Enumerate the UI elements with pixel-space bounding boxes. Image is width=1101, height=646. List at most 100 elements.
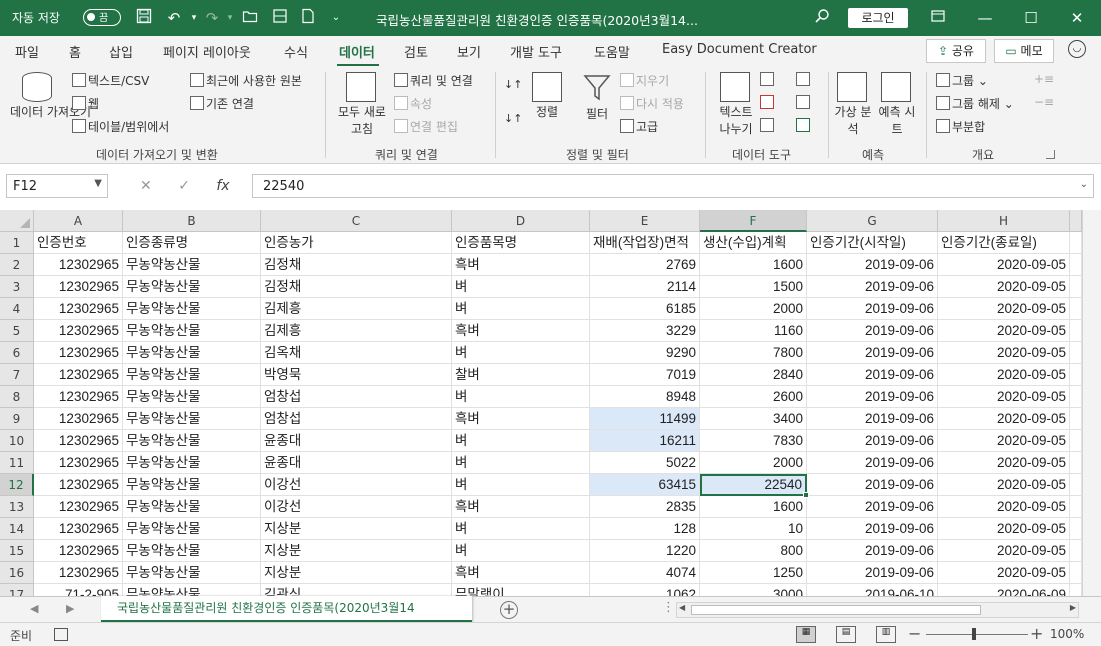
table-cell[interactable]: 지상분 — [261, 562, 452, 584]
table-cell[interactable]: 1160 — [700, 320, 807, 342]
table-cell[interactable]: 흑벼 — [452, 562, 590, 584]
sheet-tab[interactable]: 국립농산물품질관리원 친환경인증 인증품목(2020년3월14 — [101, 596, 472, 622]
table-cell[interactable]: 12302965 — [34, 342, 123, 364]
table-cell[interactable]: 김정채 — [261, 254, 452, 276]
memo-button[interactable]: ▭ 메모 — [994, 39, 1054, 63]
table-cell[interactable]: 2000 — [700, 298, 807, 320]
row-header-11[interactable]: 11 — [0, 452, 34, 474]
table-cell[interactable]: 지상분 — [261, 518, 452, 540]
table-cell[interactable]: 1600 — [700, 496, 807, 518]
table-cell[interactable]: 12302965 — [34, 540, 123, 562]
table-cell[interactable]: 2769 — [590, 254, 700, 276]
row-header-15[interactable]: 15 — [0, 540, 34, 562]
table-cell[interactable]: 9290 — [590, 342, 700, 364]
table-cell[interactable]: 흑벼 — [452, 320, 590, 342]
table-cell[interactable]: 지상분 — [261, 540, 452, 562]
table-cell-partial[interactable] — [1070, 408, 1082, 430]
table-cell[interactable]: 박영묵 — [261, 364, 452, 386]
table-cell-partial[interactable] — [1070, 276, 1082, 298]
table-cell[interactable]: 무말랭이 — [452, 584, 590, 596]
close-icon[interactable]: ✕ — [1066, 8, 1088, 28]
table-cell[interactable]: 1220 — [590, 540, 700, 562]
table-cell[interactable]: 12302965 — [34, 474, 123, 496]
table-cell-partial[interactable] — [1070, 430, 1082, 452]
table-cell[interactable]: 엄창섭 — [261, 408, 452, 430]
insert-function-icon[interactable]: fx — [216, 178, 229, 194]
header-cell-g[interactable]: 인증기간(시작일) — [807, 232, 938, 254]
customize-qat-icon[interactable]: ⌄ — [326, 8, 346, 28]
header-cell-f[interactable]: 생산(수입)계획 — [700, 232, 807, 254]
table-cell[interactable]: 김제흥 — [261, 298, 452, 320]
table-cell[interactable]: 2020-09-05 — [938, 496, 1070, 518]
table-cell[interactable]: 12302965 — [34, 276, 123, 298]
group-button[interactable]: 그룹 ⌄ — [936, 72, 988, 89]
table-cell[interactable]: 2020-09-05 — [938, 452, 1070, 474]
row-header-6[interactable]: 6 — [0, 342, 34, 364]
header-cell-a[interactable]: 인증번호 — [34, 232, 123, 254]
row-header-7[interactable]: 7 — [0, 364, 34, 386]
table-cell[interactable]: 김관식 — [261, 584, 452, 596]
header-cell-e[interactable]: 재배(작업장)면적 — [590, 232, 700, 254]
table-cell[interactable]: 흑벼 — [452, 496, 590, 518]
scroll-thumb[interactable] — [691, 605, 981, 615]
reapply-button[interactable]: 다시 적용 — [620, 95, 684, 112]
table-cell[interactable]: 63415 — [590, 474, 700, 496]
table-cell[interactable]: 2019-09-06 — [807, 276, 938, 298]
column-header-d[interactable]: D — [452, 210, 590, 232]
table-cell[interactable]: 3400 — [700, 408, 807, 430]
table-cell[interactable]: 2020-09-05 — [938, 342, 1070, 364]
table-cell-partial[interactable] — [1070, 320, 1082, 342]
table-cell[interactable]: 벼 — [452, 276, 590, 298]
save-icon[interactable] — [134, 8, 154, 28]
select-all-button[interactable] — [0, 210, 34, 232]
tab-page-layout[interactable]: 페이지 레이아웃 — [163, 42, 251, 61]
table-cell[interactable]: 벼 — [452, 298, 590, 320]
scroll-right-icon[interactable]: ▶ — [1070, 603, 1076, 612]
row-header-8[interactable]: 8 — [0, 386, 34, 408]
dialog-launcher-icon[interactable] — [1046, 150, 1055, 159]
header-cell-b[interactable]: 인증종류명 — [123, 232, 261, 254]
vertical-scrollbar[interactable] — [1082, 210, 1101, 596]
table-cell[interactable]: 2019-09-06 — [807, 386, 938, 408]
table-cell[interactable]: 12302965 — [34, 320, 123, 342]
table-cell[interactable]: 무농약농산물 — [123, 474, 261, 496]
table-cell[interactable]: 무농약농산물 — [123, 430, 261, 452]
table-cell[interactable]: 71-2-905 — [34, 584, 123, 596]
table-cell[interactable]: 12302965 — [34, 452, 123, 474]
table-cell[interactable]: 이강선 — [261, 496, 452, 518]
table-cell[interactable]: 무농약농산물 — [123, 540, 261, 562]
column-header-partial[interactable] — [1070, 210, 1082, 232]
table-cell[interactable]: 이강선 — [261, 474, 452, 496]
feedback-smile-icon[interactable]: ◡ — [1068, 40, 1086, 58]
table-cell[interactable]: 2600 — [700, 386, 807, 408]
folder-icon[interactable] — [240, 8, 260, 28]
table-cell[interactable]: 2840 — [700, 364, 807, 386]
table-cell[interactable]: 김옥채 — [261, 342, 452, 364]
row-header-1[interactable]: 1 — [0, 232, 34, 254]
edit-links-button[interactable]: 연결 편집 — [394, 118, 458, 135]
table-cell[interactable]: 2019-09-06 — [807, 518, 938, 540]
table-cell[interactable]: 김정채 — [261, 276, 452, 298]
zoom-slider[interactable] — [926, 634, 1028, 635]
table-cell[interactable]: 무농약농산물 — [123, 320, 261, 342]
sheet-prev-icon[interactable]: ◀ — [30, 602, 38, 615]
table-cell[interactable]: 윤종대 — [261, 452, 452, 474]
table-cell[interactable]: 2019-09-06 — [807, 254, 938, 276]
tab-home[interactable]: 홈 — [69, 42, 81, 61]
name-box[interactable]: F12 ▼ — [6, 174, 108, 198]
table-cell[interactable]: 무농약농산물 — [123, 386, 261, 408]
enter-icon[interactable]: ✓ — [178, 178, 190, 194]
column-header-b[interactable]: B — [123, 210, 261, 232]
horizontal-scrollbar[interactable]: ◀ ▶ — [676, 602, 1079, 618]
table-cell[interactable]: 6185 — [590, 298, 700, 320]
page-layout-view-icon[interactable]: ▤ — [836, 626, 856, 643]
table-cell[interactable]: 벼 — [452, 452, 590, 474]
sort-button[interactable]: 정렬 — [532, 72, 562, 120]
table-cell[interactable]: 흑벼 — [452, 408, 590, 430]
table-cell[interactable]: 12302965 — [34, 386, 123, 408]
maximize-icon[interactable]: ☐ — [1020, 8, 1042, 28]
table-cell[interactable]: 10 — [700, 518, 807, 540]
table-cell[interactable]: 2019-06-10 — [807, 584, 938, 596]
table-cell[interactable]: 1062 — [590, 584, 700, 596]
table-cell[interactable]: 2020-09-05 — [938, 408, 1070, 430]
